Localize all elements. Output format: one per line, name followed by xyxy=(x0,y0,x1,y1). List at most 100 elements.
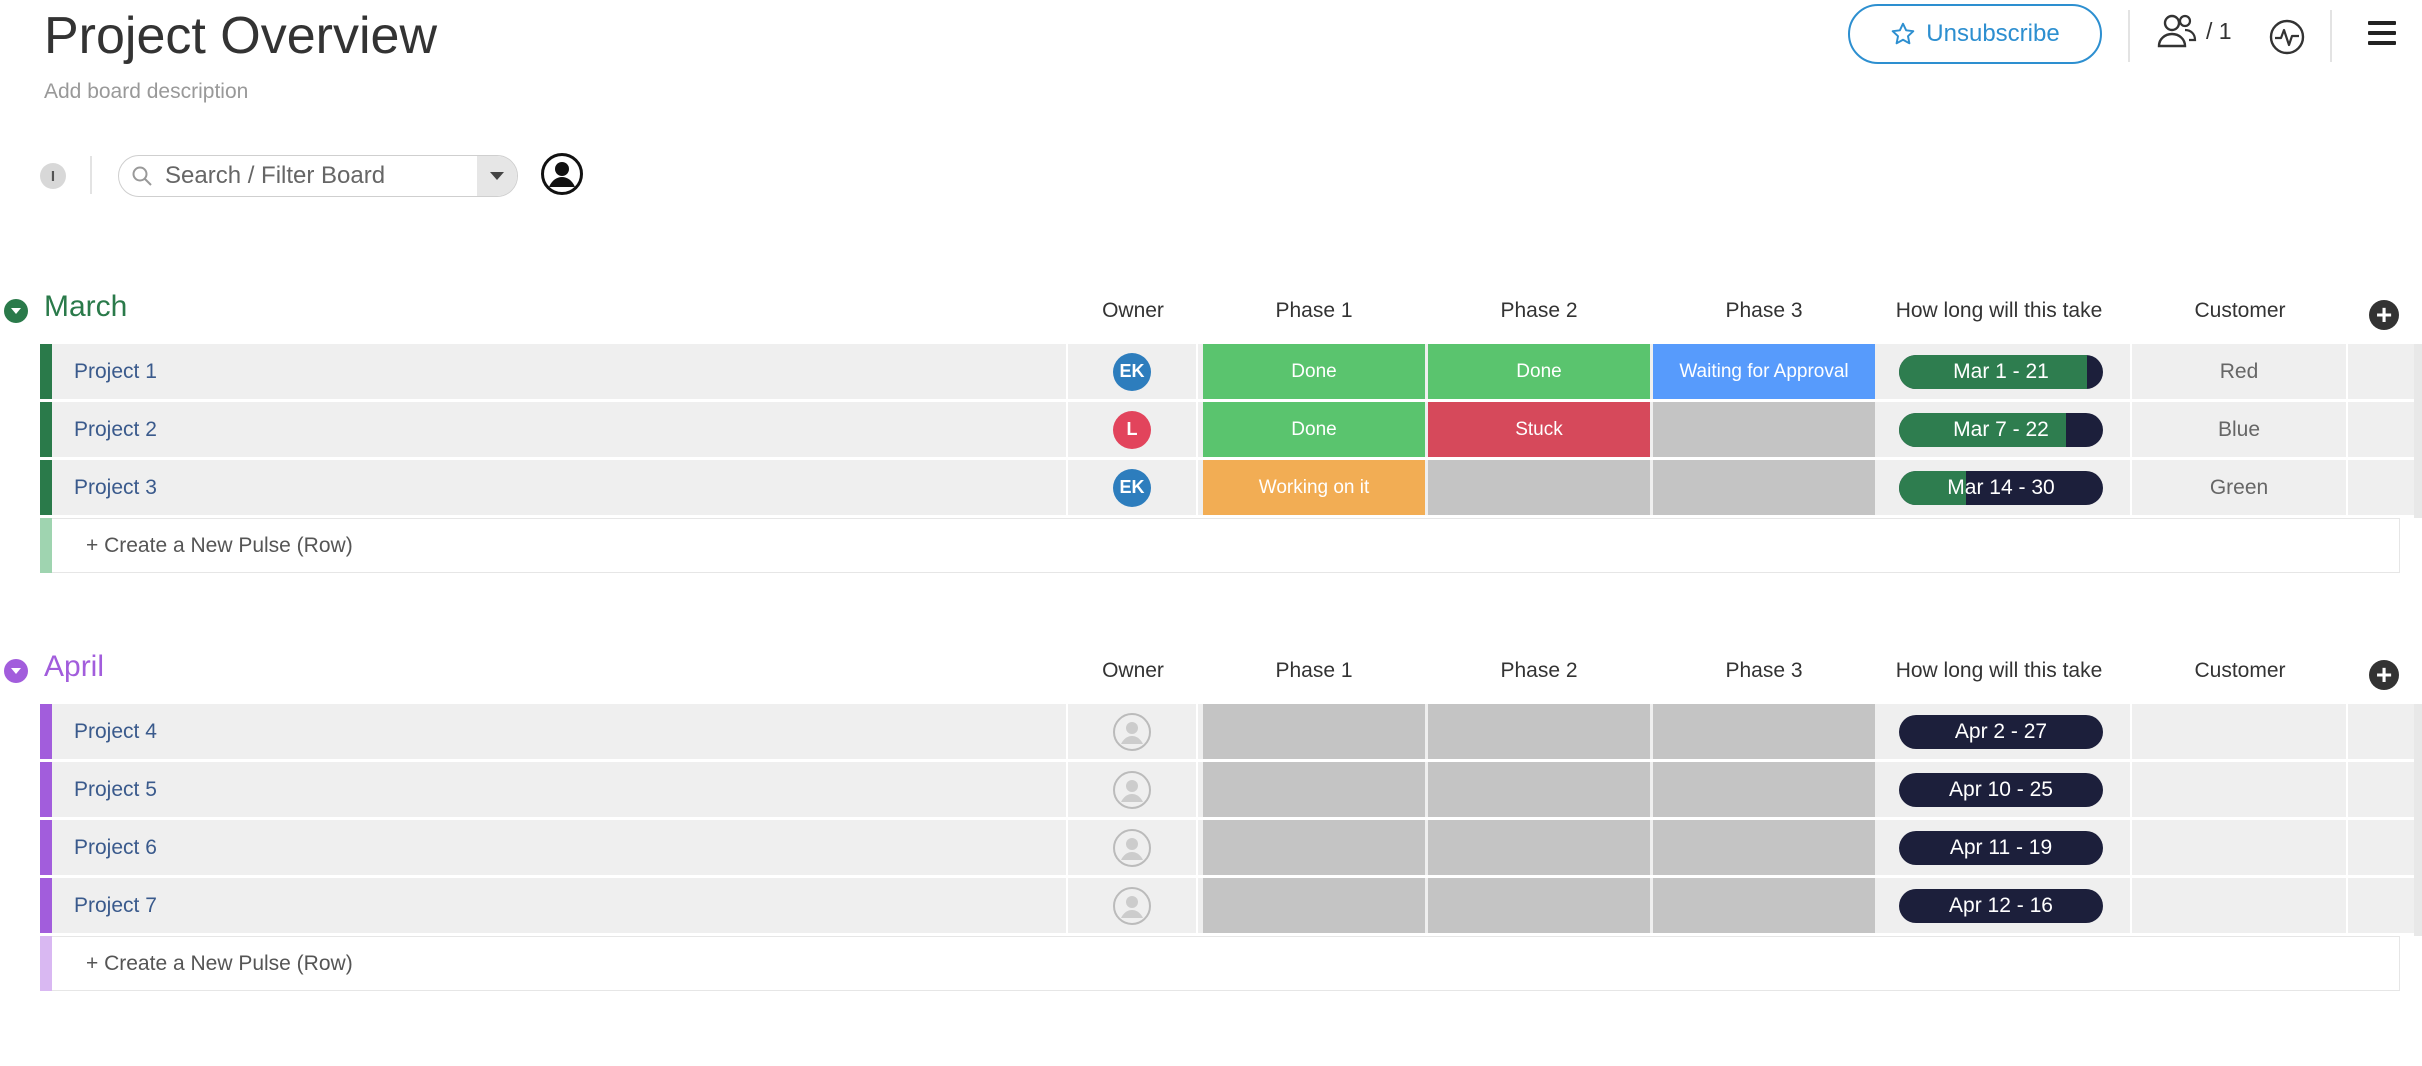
table-row[interactable]: Project 1 EK Done Done Waiting for Approval M… xyxy=(40,344,2422,399)
activity-log-icon[interactable] xyxy=(2268,18,2306,56)
pulse-name[interactable]: Project 1 xyxy=(52,344,1066,399)
table-row[interactable]: Project 5 Apr 10 - 25 xyxy=(40,762,2422,817)
board-title[interactable]: Project Overview xyxy=(44,6,437,66)
column-header[interactable]: How long will this take xyxy=(1869,659,2129,683)
person-filter-icon[interactable] xyxy=(540,152,584,196)
info-icon[interactable]: I xyxy=(40,163,66,189)
table-row[interactable]: Project 3 EK Working on it Mar 14 - 30 Green xyxy=(40,460,2422,515)
create-new-pulse-row[interactable]: + Create a New Pulse (Row) xyxy=(40,518,2400,573)
timeline-label: Mar 7 - 22 xyxy=(1953,417,2049,441)
timeline-cell[interactable]: Apr 2 - 27 xyxy=(1872,704,2130,759)
status-cell-phase-3[interactable]: Waiting for Approval xyxy=(1653,344,1875,399)
pulse-name[interactable]: Project 2 xyxy=(52,402,1066,457)
status-cell-phase-1[interactable]: Done xyxy=(1203,402,1425,457)
row-color-bar xyxy=(40,704,52,759)
cell-divider xyxy=(2346,704,2348,759)
pulse-name[interactable]: Project 3 xyxy=(52,460,1066,515)
table-row[interactable]: Project 4 Apr 2 - 27 xyxy=(40,704,2422,759)
timeline-cell[interactable]: Apr 12 - 16 xyxy=(1872,878,2130,933)
group-collapse-toggle[interactable] xyxy=(4,659,28,683)
column-header[interactable]: Owner xyxy=(1073,299,1193,323)
scrollbar[interactable] xyxy=(2414,704,2422,936)
customer-cell[interactable] xyxy=(2132,704,2346,759)
status-cell-phase-2[interactable] xyxy=(1428,704,1650,759)
column-header[interactable]: Customer xyxy=(2140,659,2340,683)
customer-cell[interactable]: Blue xyxy=(2132,402,2346,457)
pulse-name[interactable]: Project 6 xyxy=(52,820,1066,875)
timeline-cell[interactable]: Mar 7 - 22 xyxy=(1872,402,2130,457)
owner-cell[interactable] xyxy=(1068,762,1196,817)
pulse-name[interactable]: Project 4 xyxy=(52,704,1066,759)
column-header[interactable]: Phase 2 xyxy=(1429,299,1649,323)
status-cell-phase-2[interactable] xyxy=(1428,762,1650,817)
create-new-pulse-row[interactable]: + Create a New Pulse (Row) xyxy=(40,936,2400,991)
customer-cell[interactable]: Red xyxy=(2132,344,2346,399)
table-row[interactable]: Project 6 Apr 11 - 19 xyxy=(40,820,2422,875)
column-header[interactable]: Phase 1 xyxy=(1204,299,1424,323)
pulse-name[interactable]: Project 7 xyxy=(52,878,1066,933)
search-input[interactable] xyxy=(165,162,477,190)
status-cell-phase-3[interactable] xyxy=(1653,402,1875,457)
add-column-button[interactable]: + xyxy=(2369,300,2399,330)
avatar: EK xyxy=(1113,352,1151,391)
board-description[interactable]: Add board description xyxy=(44,80,248,104)
status-cell-phase-2[interactable]: Done xyxy=(1428,344,1650,399)
board-members[interactable]: / 1 xyxy=(2156,12,2232,50)
owner-cell[interactable] xyxy=(1068,704,1196,759)
column-header[interactable]: Customer xyxy=(2140,299,2340,323)
owner-cell[interactable]: L xyxy=(1068,402,1196,457)
timeline-cell[interactable]: Apr 11 - 19 xyxy=(1872,820,2130,875)
hamburger-menu-icon[interactable] xyxy=(2368,20,2396,46)
status-cell-phase-2[interactable] xyxy=(1428,820,1650,875)
status-cell-phase-3[interactable] xyxy=(1653,460,1875,515)
search-dropdown-button[interactable] xyxy=(477,156,517,196)
status-cell-phase-2[interactable] xyxy=(1428,460,1650,515)
customer-cell[interactable] xyxy=(2132,820,2346,875)
column-header[interactable]: Owner xyxy=(1073,659,1193,683)
owner-cell[interactable] xyxy=(1068,820,1196,875)
timeline-cell[interactable]: Apr 10 - 25 xyxy=(1872,762,2130,817)
search-filter-box[interactable] xyxy=(118,155,518,197)
column-header[interactable]: Phase 3 xyxy=(1654,659,1874,683)
timeline-pill: Apr 11 - 19 xyxy=(1899,830,2103,865)
customer-cell[interactable] xyxy=(2132,762,2346,817)
status-cell-phase-2[interactable]: Stuck xyxy=(1428,402,1650,457)
members-count: / 1 xyxy=(2206,17,2232,44)
status-cell-phase-1[interactable] xyxy=(1203,878,1425,933)
owner-cell[interactable] xyxy=(1068,878,1196,933)
timeline-cell[interactable]: Mar 14 - 30 xyxy=(1872,460,2130,515)
status-cell-phase-1[interactable] xyxy=(1203,762,1425,817)
timeline-label: Apr 2 - 27 xyxy=(1954,719,2048,743)
status-cell-phase-1[interactable] xyxy=(1203,820,1425,875)
owner-cell[interactable]: EK xyxy=(1068,344,1196,399)
column-header[interactable]: Phase 1 xyxy=(1204,659,1424,683)
owner-cell[interactable]: EK xyxy=(1068,460,1196,515)
table-row[interactable]: Project 2 L Done Stuck Mar 7 - 22 Blue xyxy=(40,402,2422,457)
cell-divider xyxy=(2346,762,2348,817)
cell-divider xyxy=(1196,460,1198,515)
customer-cell[interactable]: Green xyxy=(2132,460,2346,515)
pulse-name[interactable]: Project 5 xyxy=(52,762,1066,817)
add-column-button[interactable]: + xyxy=(2369,660,2399,690)
status-cell-phase-2[interactable] xyxy=(1428,878,1650,933)
group-collapse-toggle[interactable] xyxy=(4,299,28,323)
status-cell-phase-3[interactable] xyxy=(1653,762,1875,817)
timeline-cell[interactable]: Mar 1 - 21 xyxy=(1872,344,2130,399)
column-header[interactable]: Phase 2 xyxy=(1429,659,1649,683)
status-cell-phase-1[interactable]: Done xyxy=(1203,344,1425,399)
status-cell-phase-3[interactable] xyxy=(1653,704,1875,759)
table-row[interactable]: Project 7 Apr 12 - 16 xyxy=(40,878,2422,933)
unsubscribe-button[interactable]: Unsubscribe xyxy=(1848,4,2102,64)
customer-cell[interactable] xyxy=(2132,878,2346,933)
empty-person-icon xyxy=(1113,712,1151,751)
column-header[interactable]: How long will this take xyxy=(1869,299,2129,323)
group-title[interactable]: April xyxy=(44,650,104,684)
status-cell-phase-3[interactable] xyxy=(1653,820,1875,875)
status-cell-phase-3[interactable] xyxy=(1653,878,1875,933)
group-title[interactable]: March xyxy=(44,290,127,324)
column-header[interactable]: Phase 3 xyxy=(1654,299,1874,323)
status-cell-phase-1[interactable] xyxy=(1203,704,1425,759)
avatar: EK xyxy=(1113,468,1151,507)
scrollbar[interactable] xyxy=(2414,344,2422,518)
status-cell-phase-1[interactable]: Working on it xyxy=(1203,460,1425,515)
